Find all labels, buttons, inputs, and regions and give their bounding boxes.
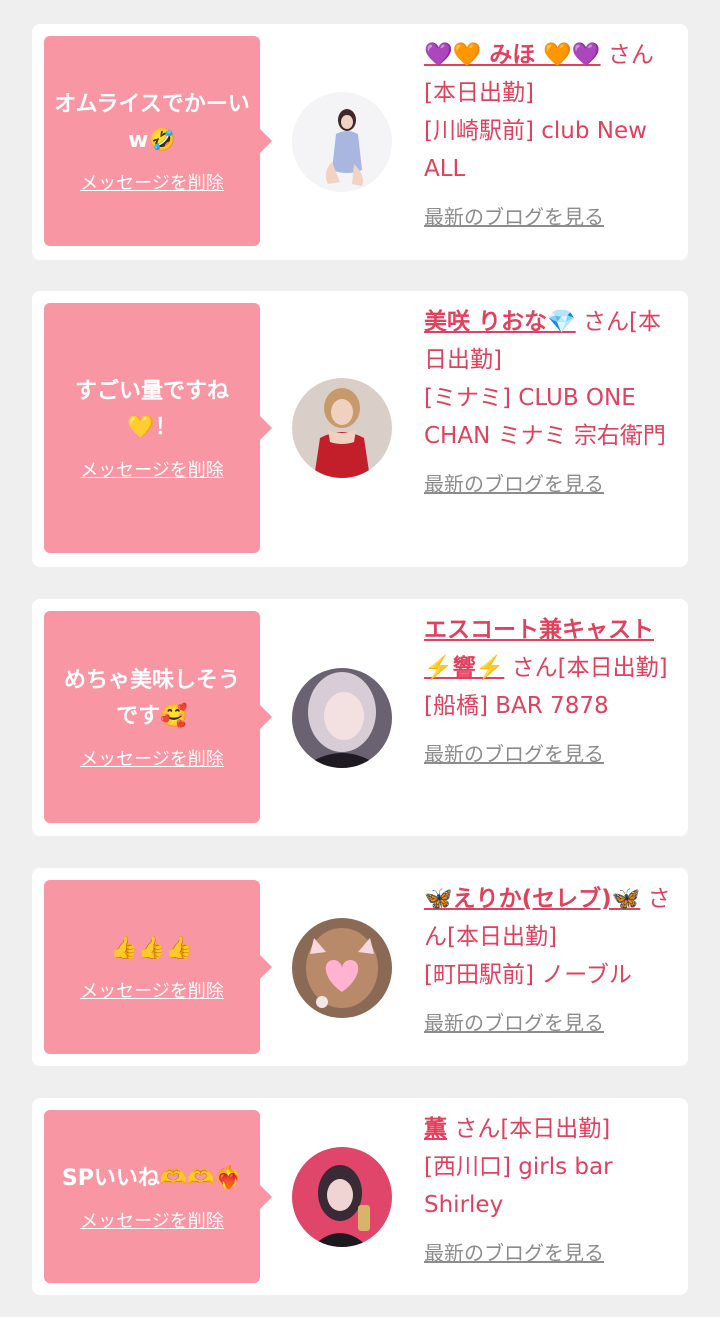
message-bubble: SPいいね🫶🫶❤️‍🔥 メッセージを削除 [44, 1110, 272, 1283]
shop-name: [船橋] BAR 7878 [424, 693, 609, 719]
cast-info: エスコート兼キャスト⚡️響⚡️ さん[本日出勤] [船橋] BAR 7878 最… [424, 611, 674, 769]
delete-message-link[interactable]: メッセージを削除 [80, 977, 224, 1003]
avatar-photo [292, 1147, 392, 1247]
cast-status: さん[本日出勤] [511, 655, 668, 681]
avatar-photo [292, 378, 392, 478]
latest-blog-link[interactable]: 最新のブログを見る [424, 469, 674, 499]
latest-blog-link[interactable]: 最新のブログを見る [424, 739, 674, 769]
message-list: オムライスでかーいw🤣 メッセージを削除 💜🧡 みほ 🧡💜 さん[本日出勤] [… [0, 0, 720, 1317]
cast-status: さん[本日出勤] [454, 1116, 611, 1142]
message-text: 👍👍👍 [110, 936, 194, 961]
message-bubble: 👍👍👍 メッセージを削除 [44, 880, 272, 1054]
message-card: すごい量ですね💛！ メッセージを削除 美咲 りおな💎 さん[本日出勤] [ミナミ… [32, 291, 688, 567]
delete-message-link[interactable]: メッセージを削除 [80, 1207, 224, 1233]
cast-info: 薫 さん[本日出勤] [西川口] girls bar Shirley 最新のブロ… [424, 1110, 674, 1268]
avatar-photo [292, 668, 392, 768]
shop-name: [川崎駅前] club New ALL [424, 118, 647, 182]
cast-avatar[interactable] [292, 918, 392, 1018]
cast-info: 美咲 りおな💎 さん[本日出勤] [ミナミ] CLUB ONE CHAN ミナミ… [424, 303, 674, 499]
cast-avatar[interactable] [292, 378, 392, 478]
message-text: オムライスでかーいw🤣 [54, 92, 250, 153]
message-text: めちゃ美味しそうです🥰 [63, 668, 240, 729]
message-card: オムライスでかーいw🤣 メッセージを削除 💜🧡 みほ 🧡💜 さん[本日出勤] [… [32, 24, 688, 260]
cast-avatar[interactable] [292, 92, 392, 192]
latest-blog-link[interactable]: 最新のブログを見る [424, 1238, 674, 1268]
cast-name-link[interactable]: 💜🧡 みほ 🧡💜 [424, 42, 601, 68]
latest-blog-link[interactable]: 最新のブログを見る [424, 1008, 674, 1038]
message-card: めちゃ美味しそうです🥰 メッセージを削除 エスコート兼キャスト⚡️響⚡️ さん[… [32, 599, 688, 836]
cast-name-link[interactable]: 美咲 りおな💎 [424, 309, 576, 335]
cast-avatar[interactable] [292, 668, 392, 768]
delete-message-link[interactable]: メッセージを削除 [80, 456, 224, 482]
cast-name-link[interactable]: 薫 [424, 1116, 447, 1142]
cast-avatar[interactable] [292, 1147, 392, 1247]
cast-info: 💜🧡 みほ 🧡💜 さん[本日出勤] [川崎駅前] club New ALL 最新… [424, 36, 674, 232]
delete-message-link[interactable]: メッセージを削除 [80, 745, 224, 771]
message-text: すごい量ですね💛！ [74, 379, 229, 440]
avatar-photo [292, 918, 392, 1018]
message-bubble: オムライスでかーいw🤣 メッセージを削除 [44, 36, 272, 246]
message-card: 👍👍👍 メッセージを削除 🦋えりか(セレブ)🦋 さん[本日出勤] [町田駅前] … [32, 868, 688, 1066]
avatar-photo [292, 92, 392, 192]
shop-name: [西川口] girls bar Shirley [424, 1154, 613, 1218]
cast-name-link[interactable]: 🦋えりか(セレブ)🦋 [424, 886, 640, 912]
latest-blog-link[interactable]: 最新のブログを見る [424, 202, 674, 232]
message-bubble: すごい量ですね💛！ メッセージを削除 [44, 303, 272, 553]
shop-name: [町田駅前] ノーブル [424, 962, 632, 988]
cast-info: 🦋えりか(セレブ)🦋 さん[本日出勤] [町田駅前] ノーブル 最新のブログを見… [424, 880, 674, 1038]
message-card: SPいいね🫶🫶❤️‍🔥 メッセージを削除 薫 さん[本日出勤] [西川口] gi… [32, 1098, 688, 1295]
shop-name: [ミナミ] CLUB ONE CHAN ミナミ 宗右衛門 [424, 385, 666, 449]
message-bubble: めちゃ美味しそうです🥰 メッセージを削除 [44, 611, 272, 823]
message-text: SPいいね🫶🫶❤️‍🔥 [61, 1165, 243, 1191]
delete-message-link[interactable]: メッセージを削除 [80, 169, 224, 195]
